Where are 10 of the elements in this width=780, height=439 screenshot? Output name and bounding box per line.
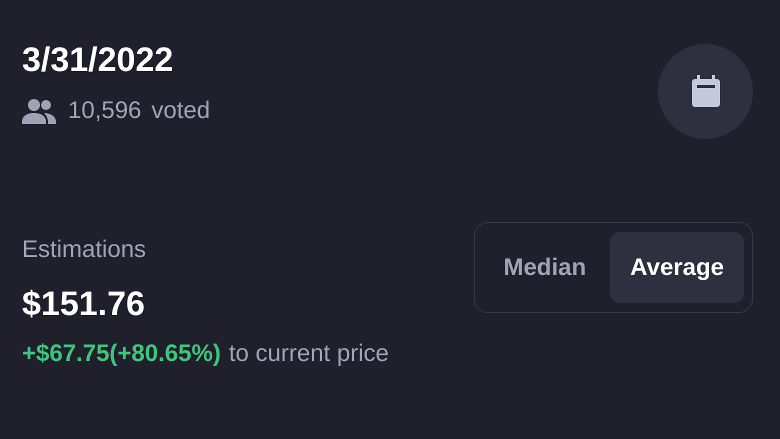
vote-count: 10,596 bbox=[68, 97, 142, 125]
people-icon bbox=[22, 98, 56, 124]
mode-tab[interactable]: Average bbox=[610, 232, 744, 303]
date-heading: 3/31/2022 bbox=[22, 40, 174, 80]
change-caption: to current price bbox=[228, 340, 389, 368]
vote-label: voted bbox=[151, 97, 210, 125]
estimations-label: Estimations bbox=[22, 236, 148, 264]
price-change: +$67.75(+80.65%) bbox=[22, 340, 221, 368]
mode-tab[interactable]: Median bbox=[483, 232, 606, 303]
estimated-price: $151.76 bbox=[22, 284, 146, 324]
